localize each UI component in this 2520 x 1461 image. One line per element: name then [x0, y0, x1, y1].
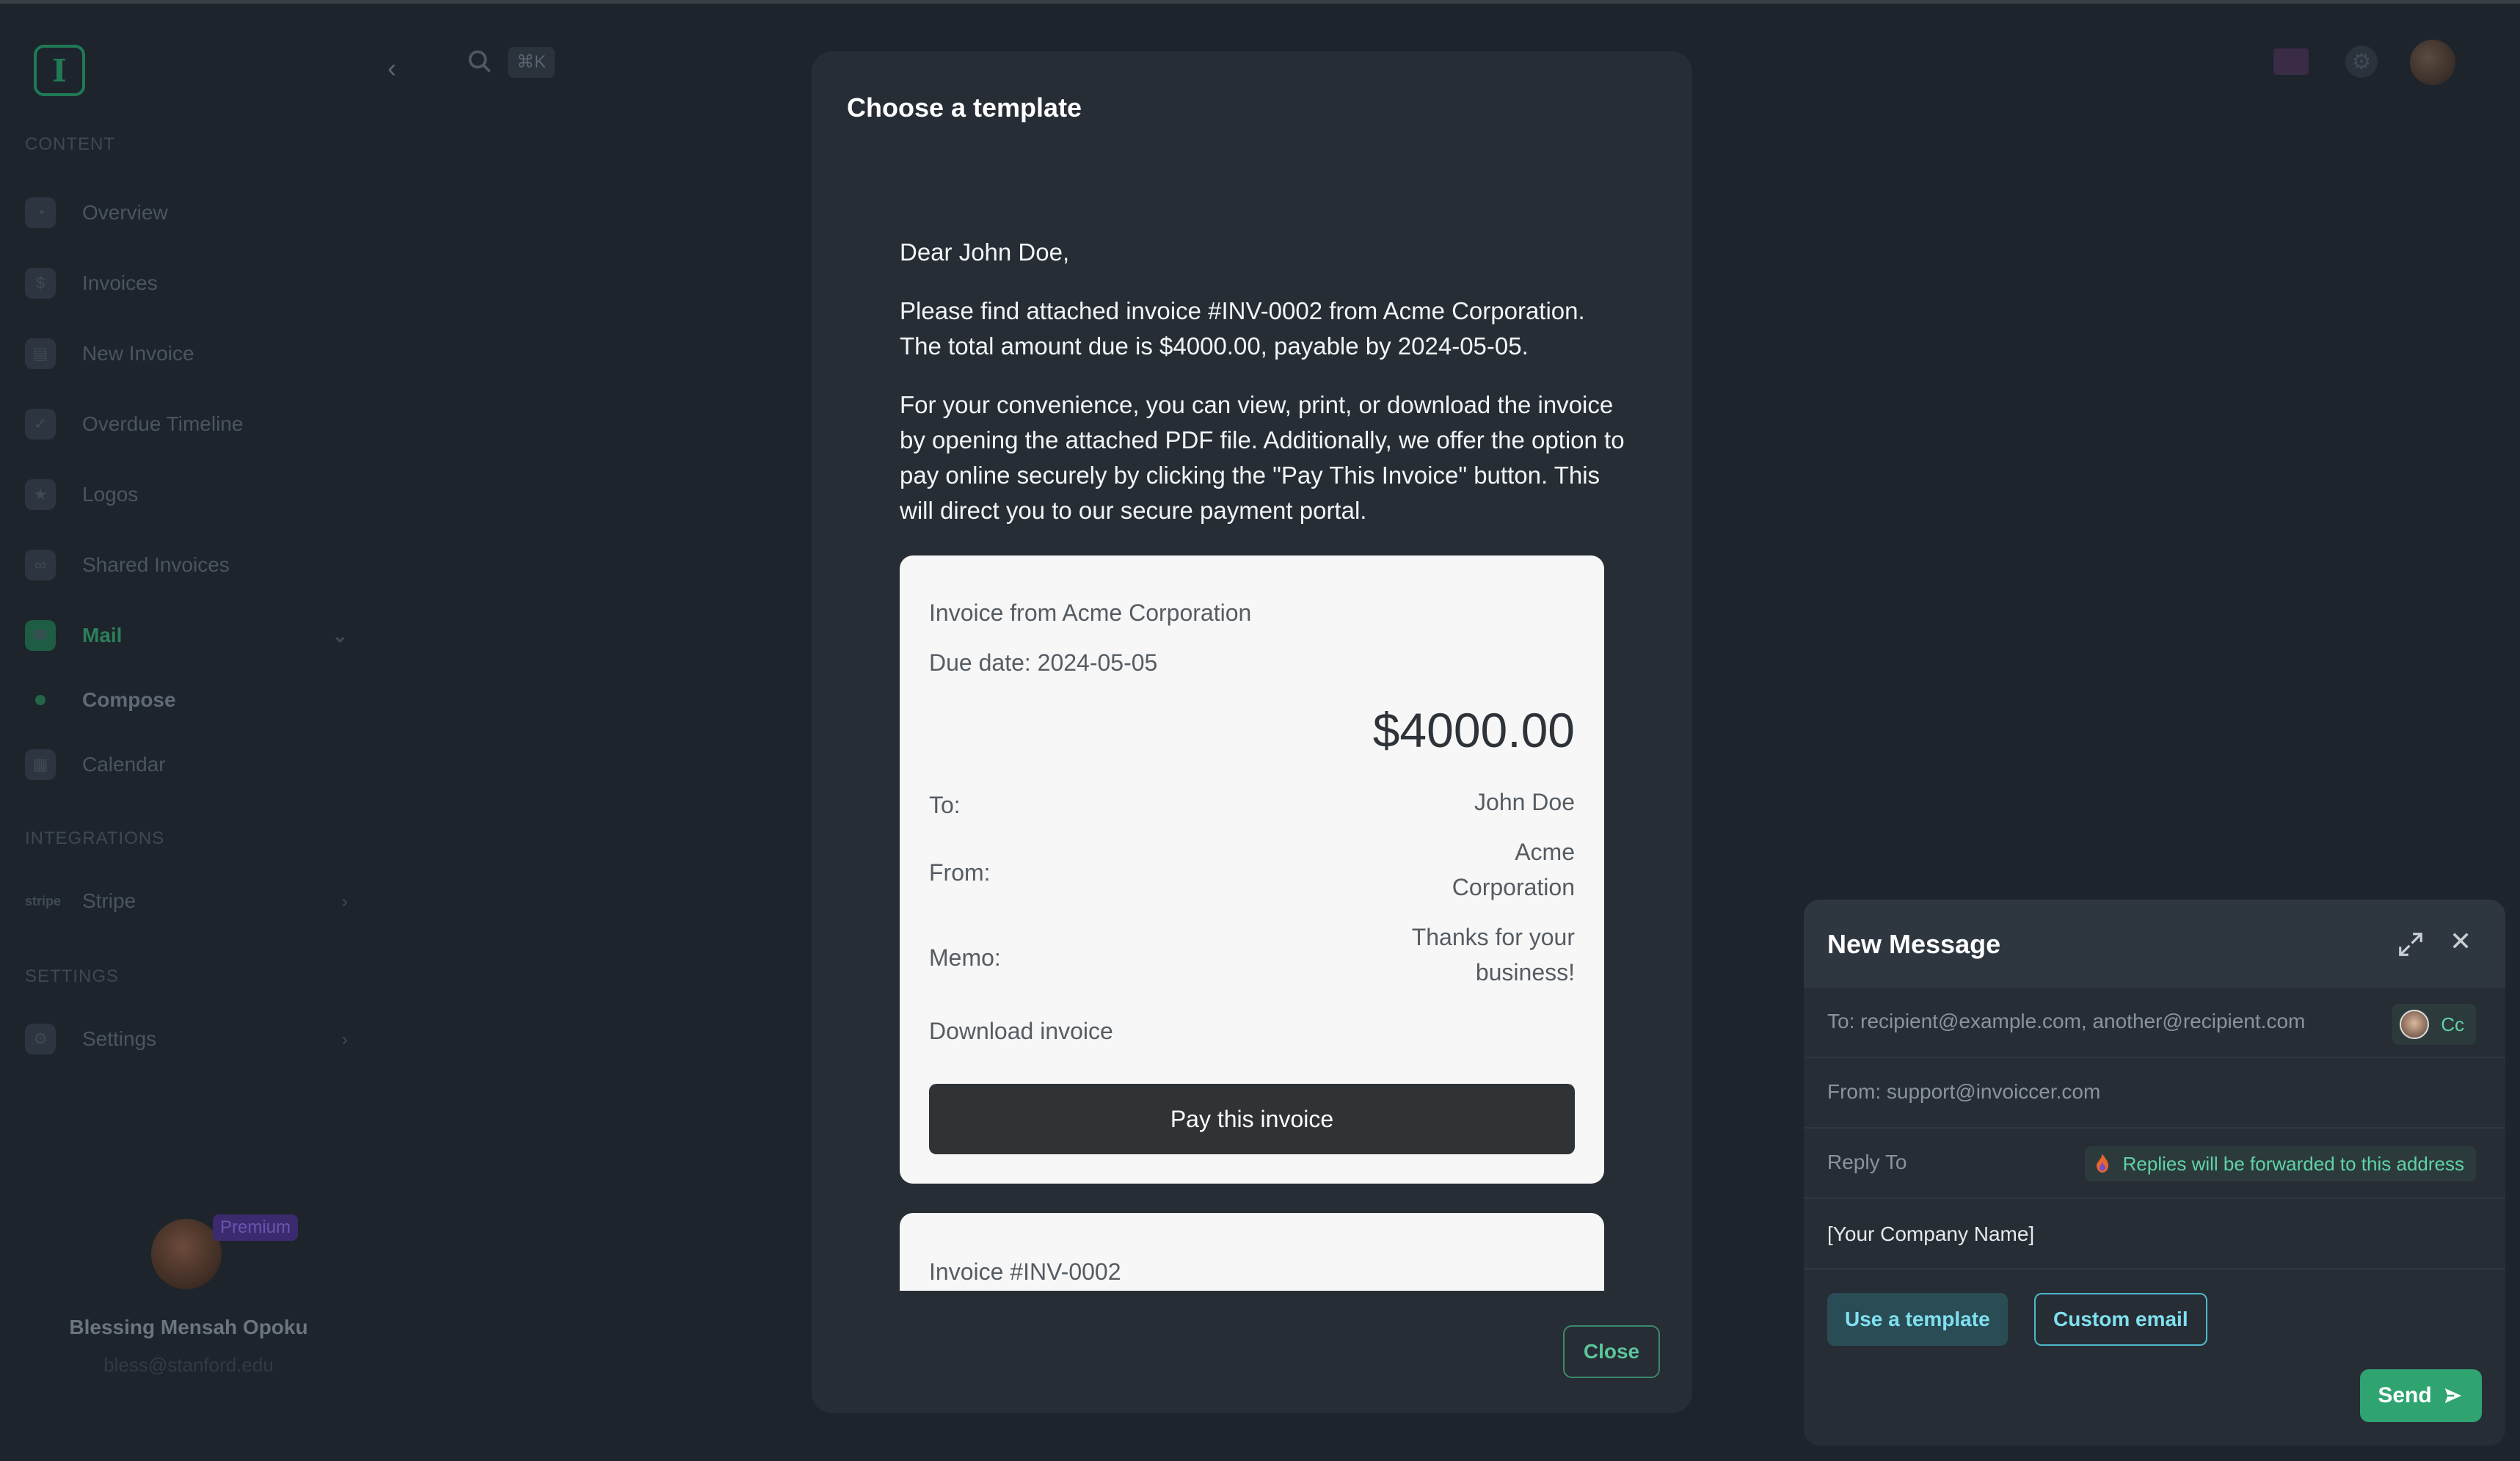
memo-label: Memo:: [929, 944, 1001, 971]
sidebar-item-label: Invoices: [82, 272, 158, 294]
sidebar-item-calendar[interactable]: ▦ Calendar: [25, 739, 363, 790]
to-label: To:: [929, 792, 961, 818]
sidebar-item-label: Overview: [82, 201, 168, 224]
sidebar-item-label: Settings: [82, 1027, 157, 1050]
user-avatar[interactable]: [2410, 40, 2455, 85]
sidebar-item-overdue-timeline[interactable]: ✓ Overdue Timeline: [25, 398, 363, 450]
sidebar-item-label: Calendar: [82, 753, 166, 776]
cc-label: Cc: [2441, 1013, 2464, 1035]
to-field[interactable]: To: recipient@example.com, another@recip…: [1804, 988, 2505, 1058]
download-invoice-link[interactable]: Download invoice: [929, 1018, 1113, 1045]
from-label: From:: [929, 859, 991, 886]
sidebar-item-label: Shared Invoices: [82, 553, 230, 576]
sidebar-item-compose[interactable]: Compose: [25, 674, 363, 726]
invoice-due-date: Due date: 2024-05-05: [929, 649, 1158, 676]
from-field[interactable]: From: support@invoiccer.com: [1804, 1058, 2505, 1129]
email-greeting: Dear John Doe,: [900, 238, 1070, 266]
flag-icon[interactable]: [2273, 48, 2309, 75]
invoice-card-secondary: Invoice #INV-0002: [900, 1213, 1604, 1291]
expand-icon[interactable]: [2397, 930, 2425, 958]
chevron-right-icon: ›: [341, 1027, 348, 1050]
custom-email-button[interactable]: Custom email: [2034, 1293, 2207, 1346]
to-value: John Doe: [1474, 789, 1575, 815]
reply-forward-note: Replies will be forwarded to this addres…: [2084, 1146, 2476, 1181]
email-paragraph-1: Please find attached invoice #INV-0002 f…: [900, 297, 1585, 360]
modal-title: Choose a template: [847, 92, 1082, 123]
email-paragraph-2: For your convenience, you can view, prin…: [900, 391, 1625, 524]
chevron-down-icon: ⌄: [332, 624, 348, 646]
invoice-number-title: Invoice #INV-0002: [929, 1258, 1121, 1285]
calendar-icon: ▦: [25, 749, 56, 780]
company-field[interactable]: [Your Company Name]: [1804, 1199, 2505, 1269]
user-name: Blessing Mensah Opoku: [69, 1316, 308, 1338]
reply-to-label: Reply To: [1827, 1151, 1907, 1173]
close-icon[interactable]: ✕: [2450, 926, 2472, 957]
from-value: Acme Corporation: [1452, 839, 1575, 900]
sidebar-item-label: Overdue Timeline: [82, 412, 244, 435]
timeline-icon: ✓: [25, 409, 56, 440]
sidebar-item-label: Stripe: [82, 889, 136, 912]
message-header: New Message ✕: [1804, 900, 2505, 988]
search-icon[interactable]: [467, 48, 493, 75]
gear-icon: ⚙: [25, 1024, 56, 1054]
section-content-label: CONTENT: [25, 134, 115, 154]
send-label: Send: [2378, 1383, 2432, 1407]
invoice-from-line: Invoice from Acme Corporation: [929, 600, 1252, 626]
avatar[interactable]: [151, 1219, 222, 1289]
sidebar-item-shared-invoices[interactable]: ∞ Shared Invoices: [25, 539, 363, 591]
sidebar-item-logos[interactable]: ★ Logos: [25, 469, 363, 520]
new-invoice-icon: ▤: [25, 338, 56, 369]
section-integrations-label: INTEGRATIONS: [25, 828, 165, 848]
close-button[interactable]: Close: [1563, 1325, 1660, 1378]
stripe-icon: stripe: [25, 893, 62, 908]
collapse-sidebar-icon[interactable]: ‹: [387, 53, 396, 84]
new-message-panel: New Message ✕ To: recipient@example.com,…: [1804, 900, 2505, 1446]
settings-icon[interactable]: ⚙: [2345, 45, 2378, 78]
reply-note-text: Replies will be forwarded to this addres…: [2122, 1152, 2464, 1175]
window-top-border: [0, 0, 2520, 4]
email-preview-body: Dear John Doe, Please find attached invo…: [900, 235, 1626, 552]
contact-avatar-icon: [2400, 1010, 2430, 1039]
sidebar-item-overview[interactable]: ◔ Overview: [25, 187, 363, 238]
link-icon: ∞: [25, 550, 56, 580]
sidebar-item-mail[interactable]: ✉ Mail ⌄: [25, 610, 363, 661]
user-email: bless@stanford.edu: [103, 1354, 274, 1376]
pay-invoice-button[interactable]: Pay this invoice: [929, 1084, 1575, 1154]
reply-to-field[interactable]: Reply To Replies will be forwarded to th…: [1804, 1129, 2505, 1199]
to-field-value: To: recipient@example.com, another@recip…: [1827, 1010, 2306, 1032]
dollar-icon: $: [25, 268, 56, 299]
premium-badge: Premium: [213, 1214, 299, 1241]
invoice-card: Invoice from Acme Corporation Due date: …: [900, 555, 1604, 1184]
sidebar-item-stripe[interactable]: stripe Stripe ›: [25, 875, 363, 927]
sidebar-item-settings[interactable]: ⚙ Settings ›: [25, 1013, 363, 1065]
sidebar-item-label: Logos: [82, 483, 139, 506]
chevron-right-icon: ›: [341, 889, 348, 912]
use-template-button[interactable]: Use a template: [1827, 1293, 2008, 1346]
sidebar-item-new-invoice[interactable]: ▤ New Invoice: [25, 328, 363, 379]
sidebar-item-invoices[interactable]: $ Invoices: [25, 258, 363, 309]
template-modal: Choose a template Dear John Doe, Please …: [812, 51, 1692, 1413]
sidebar-item-label: New Invoice: [82, 342, 194, 365]
section-settings-label: SETTINGS: [25, 966, 120, 986]
memo-value: Thanks for your business!: [1411, 924, 1575, 985]
star-icon: ★: [25, 479, 56, 510]
search-shortcut: ⌘K: [508, 47, 556, 78]
sidebar-item-label: Mail: [82, 624, 123, 646]
sidebar-item-label: Compose: [82, 688, 176, 711]
sidebar: I CONTENT ◔ Overview $ Invoices ▤ New In…: [0, 4, 374, 1461]
flame-icon: [2096, 1154, 2108, 1173]
message-title: New Message: [1827, 929, 2001, 959]
cc-button[interactable]: Cc: [2392, 1004, 2476, 1045]
app-logo[interactable]: I: [34, 45, 85, 96]
logo-letter: I: [52, 52, 67, 89]
send-button[interactable]: Send: [2360, 1369, 2482, 1422]
company-name-text: [Your Company Name]: [1827, 1223, 2035, 1245]
send-icon: [2444, 1388, 2461, 1403]
dot-icon: [35, 695, 45, 705]
from-field-value: From: support@invoiccer.com: [1827, 1080, 2101, 1103]
mail-icon: ✉: [25, 620, 56, 651]
invoice-amount: $4000.00: [1372, 703, 1575, 757]
chart-icon: ◔: [25, 197, 56, 228]
